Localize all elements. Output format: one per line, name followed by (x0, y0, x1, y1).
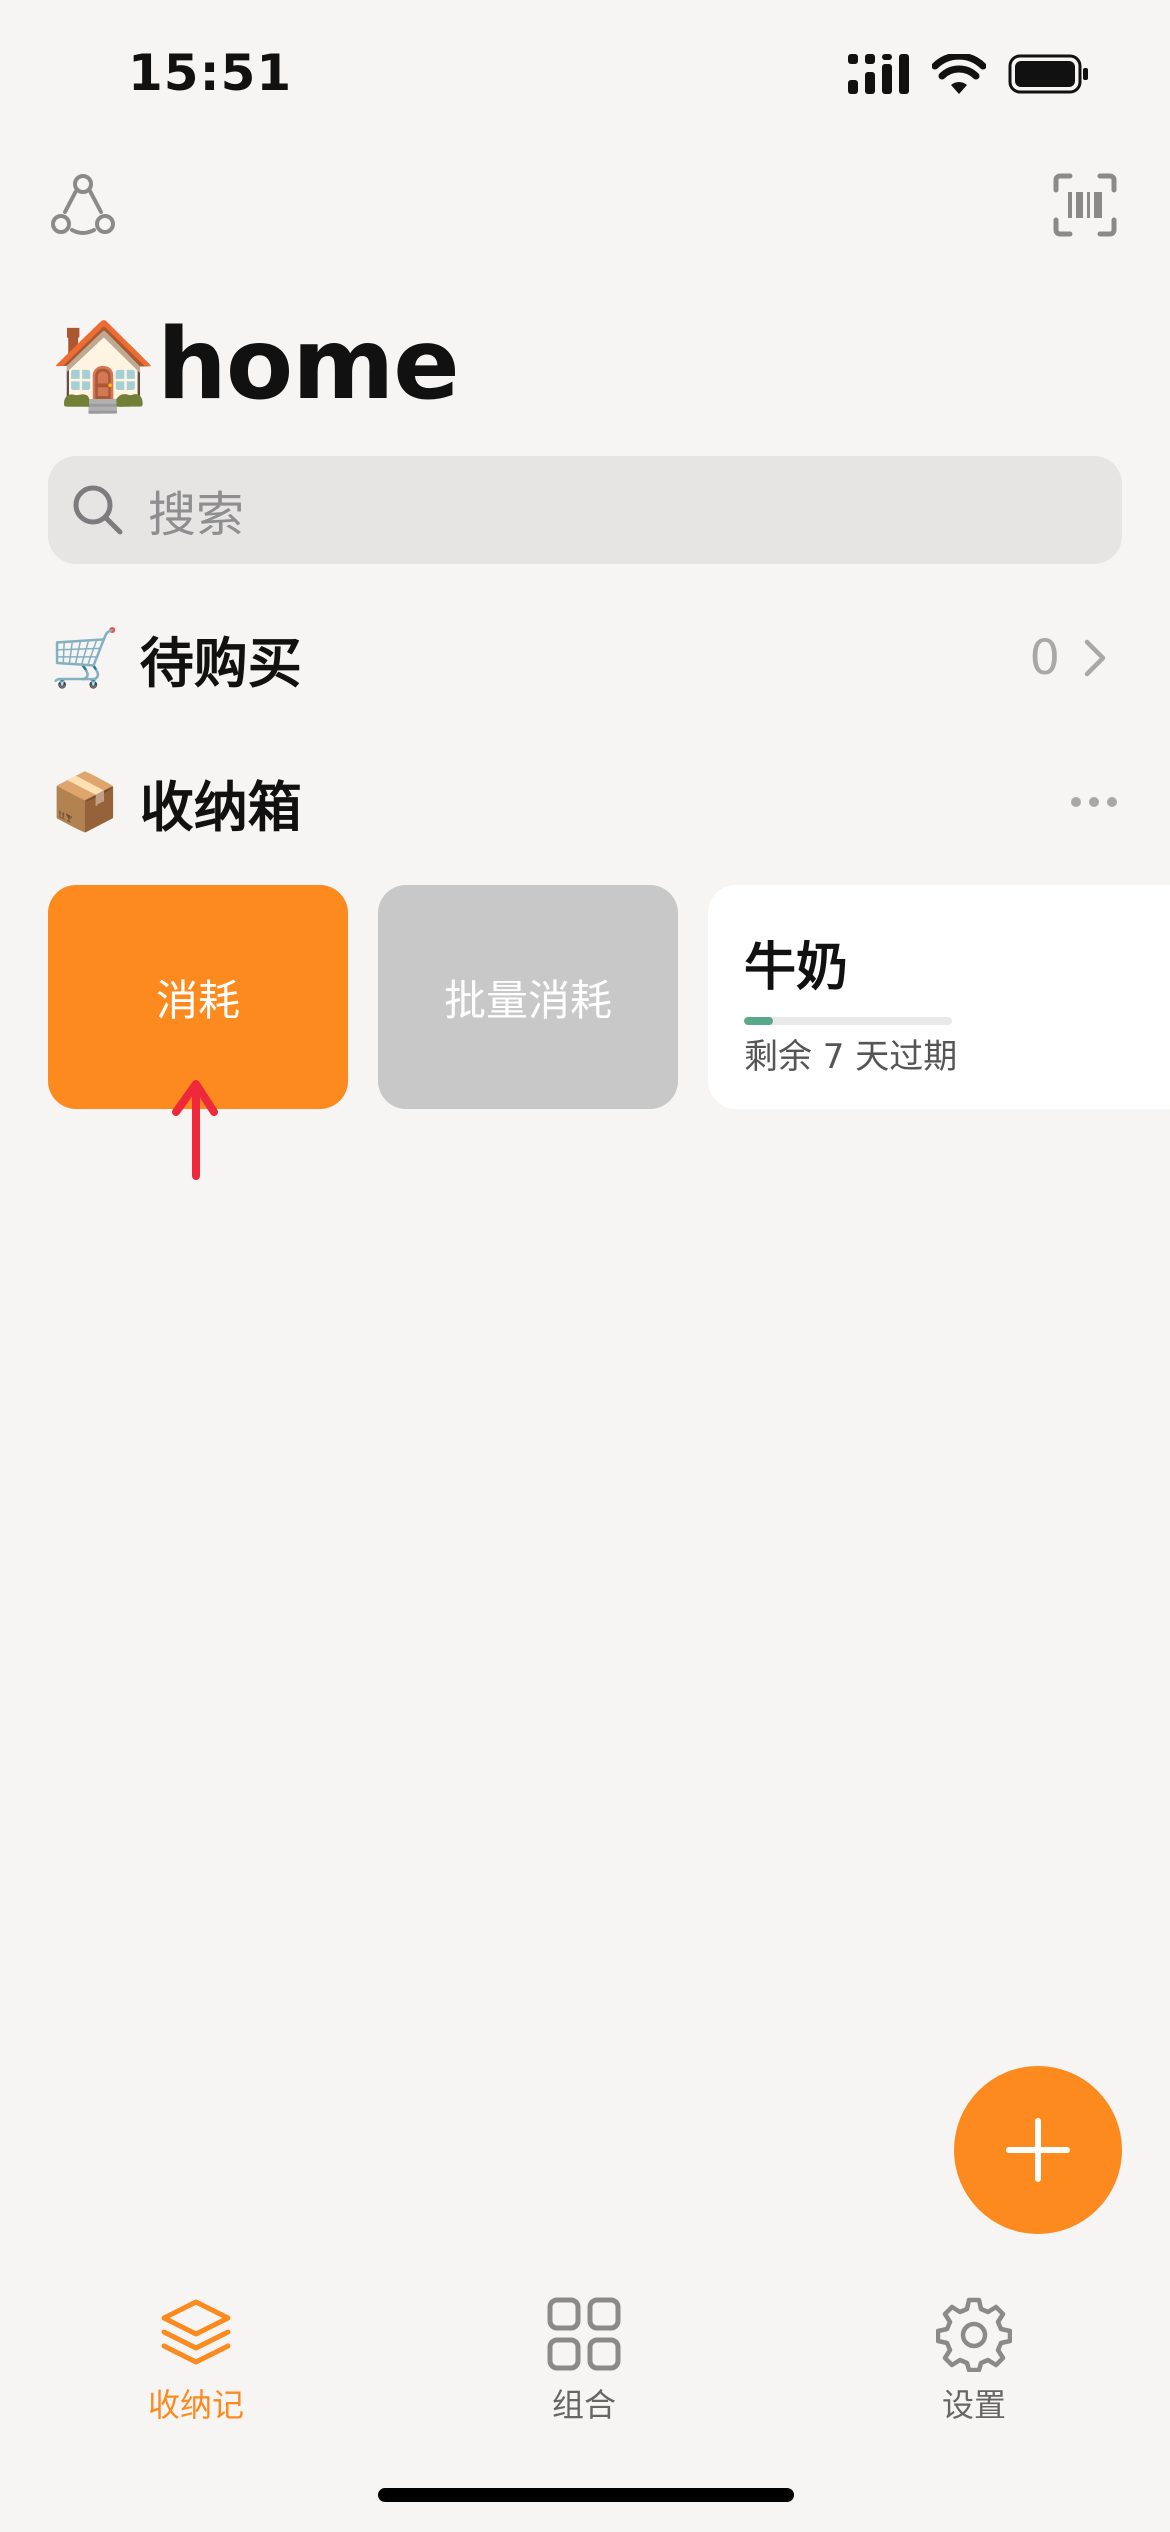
tab-settings[interactable]: 设置 (874, 2296, 1074, 2426)
search-placeholder: 搜索 (148, 487, 245, 543)
more-options-icon[interactable] (1070, 796, 1118, 808)
plus-icon (1006, 2118, 1070, 2182)
chevron-right-icon (1084, 639, 1106, 677)
item-expiry-text: 剩余 7 天过期 (744, 1037, 958, 1077)
box-emoji-icon: 📦 (50, 770, 120, 835)
battery-icon (1008, 54, 1088, 94)
barcode-scan-icon (1053, 173, 1117, 237)
connection-icon (51, 174, 115, 235)
status-time: 15:51 (128, 44, 293, 102)
add-item-button[interactable] (954, 2066, 1122, 2234)
batch-consume-button[interactable]: 批量消耗 (378, 885, 678, 1109)
tab-storage[interactable]: 收纳记 (96, 2296, 296, 2426)
search-icon (73, 485, 123, 535)
item-card-milk[interactable]: 牛奶 剩余 7 天过期 (708, 885, 1170, 1109)
barcode-scan-button[interactable] (1050, 170, 1120, 240)
grid-icon (547, 2297, 621, 2371)
tab-storage-label: 收纳记 (147, 2386, 244, 2424)
shopping-list-count: 0 (1029, 630, 1060, 686)
page-title-text: home (157, 308, 460, 422)
status-icons (848, 54, 1090, 94)
shopping-list-label: 待购买 (139, 631, 302, 695)
page-title: 🏠 home (50, 308, 460, 422)
wifi-icon (932, 54, 986, 94)
expiry-progress-fill (744, 1017, 774, 1025)
cellular-signal-icon (848, 54, 909, 94)
cart-emoji-icon: 🛒 (50, 626, 120, 691)
storage-box-row: 📦 收纳箱 (50, 764, 1120, 840)
tab-settings-label: 设置 (941, 2386, 1006, 2424)
red-arrow-annotation-icon (172, 1080, 218, 1180)
layers-icon (161, 2299, 231, 2365)
search-input[interactable]: 搜索 (48, 456, 1122, 564)
screen: 15:51 🏠 home 搜索 🛒 待购买 0 📦 收纳箱 消耗 批量消耗 牛奶… (0, 0, 1170, 2532)
expiry-progress-bar (744, 1017, 952, 1025)
shopping-list-row[interactable]: 🛒 待购买 0 (50, 620, 1120, 696)
gear-icon (936, 2297, 1012, 2372)
tab-combination-label: 组合 (551, 2386, 616, 2424)
item-name: 牛奶 (744, 938, 849, 998)
house-emoji-icon: 🏠 (50, 315, 158, 416)
home-indicator (378, 2488, 794, 2502)
storage-box-label: 收纳箱 (139, 775, 302, 839)
tab-combination[interactable]: 组合 (484, 2296, 684, 2426)
share-sync-button[interactable] (48, 170, 118, 240)
